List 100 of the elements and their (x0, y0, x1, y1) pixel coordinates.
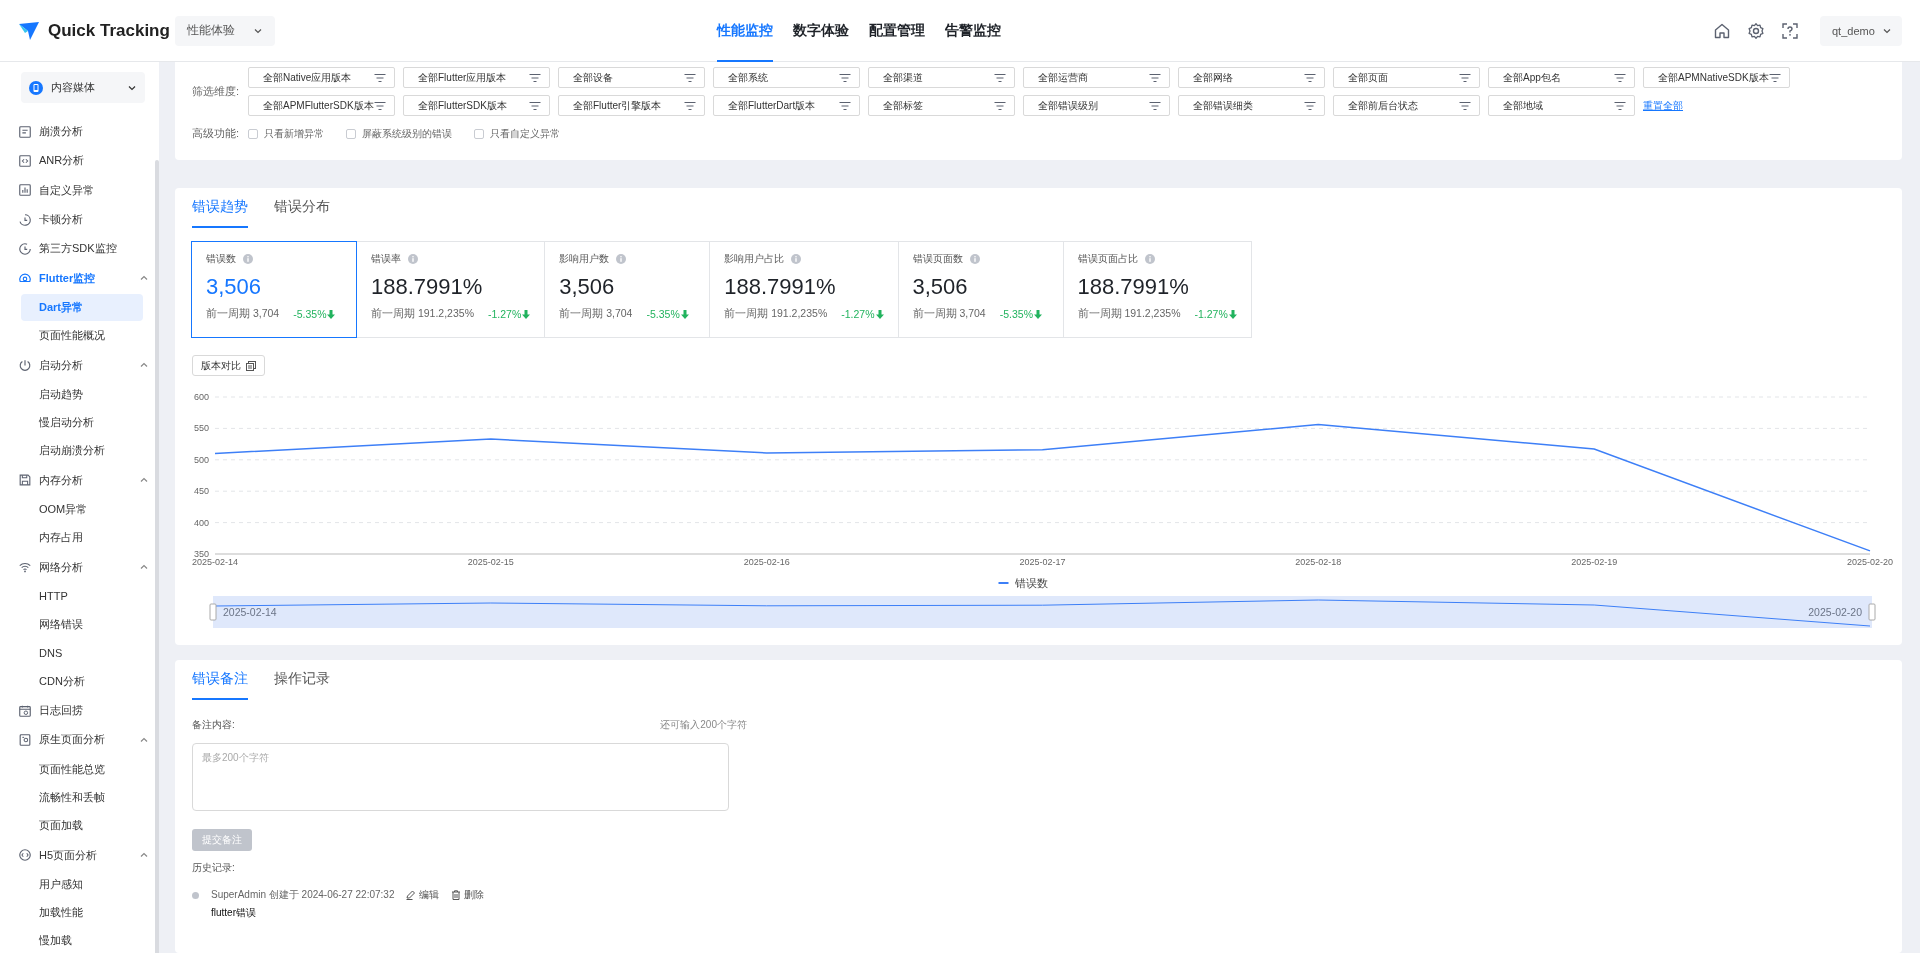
metric-card[interactable]: 错误数 3,506 前一周期 3,704 -5.35% (191, 241, 357, 338)
sidebar-item[interactable]: OOM异常 (21, 495, 143, 523)
sidebar-item[interactable]: Dart异常 (21, 293, 143, 321)
metric-card[interactable]: 错误页面占比 188.7991% 前一周期 191.2,235% -1.27% (1062, 241, 1252, 338)
filter-dropdown[interactable]: 全部标签 (868, 95, 1015, 116)
slider-handle[interactable] (209, 603, 217, 621)
down-arrow-icon (1228, 309, 1237, 319)
previous-value: 前一周期 191.2,235% (371, 307, 474, 321)
filter-dropdown[interactable]: 全部设备 (558, 67, 705, 88)
tab[interactable]: 操作记录 (274, 670, 330, 700)
down-arrow-icon (680, 309, 689, 319)
filter-icon (1149, 100, 1161, 111)
sidebar-item[interactable]: 卡顿分析 (0, 204, 159, 235)
note-field[interactable]: 最多200个字符 (192, 743, 729, 811)
filter-dropdown[interactable]: 全部FlutterDart版本 (713, 95, 860, 116)
sidebar-item[interactable]: 网络错误 (21, 611, 143, 639)
sidebar-item[interactable]: DNS (21, 639, 143, 667)
filter-dropdown[interactable]: 全部FlutterSDK版本 (403, 95, 550, 116)
filter-dropdown[interactable]: 全部地域 (1488, 95, 1635, 116)
nav-tab[interactable]: 告警监控 (945, 0, 1001, 62)
document-icon (18, 732, 32, 747)
compare-button[interactable]: 版本对比 (192, 355, 265, 376)
sidebar-item[interactable]: 慢启动分析 (21, 408, 143, 436)
sidebar-group[interactable]: 启动分析 (0, 350, 159, 380)
metric-card[interactable]: 错误率 188.7991% 前一周期 191.2,235% -1.27% (356, 241, 546, 338)
metric-card[interactable]: 错误页面数 3,506 前一周期 3,704 -5.35% (897, 241, 1064, 338)
note-text: flutter错误 (211, 906, 257, 920)
checkbox[interactable] (248, 128, 258, 139)
sidebar-item[interactable]: 加载性能 (21, 899, 143, 926)
axis-label: 550 (193, 423, 209, 434)
axis-label: 2025-02-16 (743, 557, 790, 567)
product-select[interactable]: 性能体验 (175, 15, 275, 46)
sidebar-item[interactable]: 第三方SDK监控 (0, 234, 159, 264)
filter-icon (1304, 100, 1316, 111)
sidebar-item[interactable]: 流畅性和丢帧 (21, 783, 143, 811)
sidebar-item[interactable]: CDN分析 (21, 667, 143, 695)
app-select[interactable]: 内容媒体 (21, 72, 145, 103)
sidebar-group[interactable]: Flutter监控 (0, 263, 159, 293)
sidebar-item[interactable]: 页面性能概况 (21, 322, 143, 350)
sidebar-item[interactable]: 页面加载 (21, 812, 143, 840)
axis-label: 2025-02-17 (1019, 557, 1066, 567)
filter-label: 筛选维度: (192, 84, 241, 99)
filter-dropdown[interactable]: 全部Flutter应用版本 (403, 67, 550, 88)
sidebar-group[interactable]: 网络分析 (0, 552, 159, 582)
checkbox[interactable] (346, 128, 356, 139)
axis-label: 2025-02-20 (1847, 557, 1893, 567)
sidebar-item[interactable]: 启动趋势 (21, 380, 143, 408)
filter-dropdown[interactable]: 全部APMFlutterSDK版本 (248, 95, 395, 116)
change-value: -5.35% (646, 308, 680, 320)
filter-dropdown[interactable]: 全部错误细类 (1178, 95, 1325, 116)
sidebar-item[interactable]: HTTP (21, 582, 143, 610)
edit-link[interactable]: 编辑 (406, 888, 440, 902)
tab[interactable]: 错误备注 (192, 670, 248, 700)
filter-icon (684, 100, 696, 111)
user-menu[interactable]: qt_demo (1820, 15, 1902, 46)
filter-icon (1459, 72, 1471, 83)
filter-dropdown[interactable]: 全部错误级别 (1023, 95, 1170, 116)
reset-link[interactable]: 重置全部 (1643, 98, 1683, 113)
slider-handle[interactable] (1868, 603, 1876, 621)
checkbox[interactable] (474, 128, 484, 139)
sidebar-group[interactable]: H5页面分析 (0, 840, 159, 870)
sidebar-item[interactable]: 内存占用 (21, 524, 143, 552)
filter-dropdown[interactable]: 全部App包名 (1488, 67, 1635, 88)
sidebar-item[interactable]: 自定义异常 (0, 175, 159, 205)
metric-label: 错误数 (206, 252, 236, 266)
sidebar-item[interactable]: 用户感知 (21, 870, 143, 898)
sidebar-item[interactable]: 启动崩溃分析 (21, 437, 143, 465)
axis-label: 2025-02-15 (467, 557, 514, 567)
sidebar-item[interactable]: 页面性能总览 (21, 755, 143, 783)
filter-dropdown[interactable]: 全部Native应用版本 (248, 67, 395, 88)
filter-dropdown[interactable]: 全部页面 (1333, 67, 1480, 88)
sidebar-item[interactable]: 慢加载 (21, 927, 143, 953)
filter-dropdown[interactable]: 全部Flutter引擎版本 (558, 95, 705, 116)
logo-icon (18, 20, 40, 41)
tab[interactable]: 错误分布 (274, 198, 330, 228)
sidebar-group[interactable]: 原生页面分析 (0, 725, 159, 755)
metric-value: 188.7991% (724, 273, 837, 301)
sidebar-group[interactable]: 内存分析 (0, 465, 159, 495)
sidebar-item[interactable]: ANR分析 (0, 146, 159, 176)
filter-dropdown[interactable]: 全部APMNativeSDK版本 (1643, 67, 1790, 88)
filter-dropdown[interactable]: 全部网络 (1178, 67, 1325, 88)
settings-icon[interactable] (1747, 21, 1765, 40)
delete-link[interactable]: 删除 (451, 888, 485, 902)
nav-tab[interactable]: 配置管理 (869, 0, 925, 62)
change-value: -5.35% (293, 308, 327, 320)
sidebar-item[interactable]: 崩溃分析 (0, 117, 159, 147)
tab[interactable]: 错误趋势 (192, 198, 248, 228)
previous-value: 前一周期 191.2,235% (1077, 307, 1181, 321)
sidebar-item[interactable]: 日志回捞 (0, 695, 159, 726)
filter-dropdown[interactable]: 全部系统 (713, 67, 860, 88)
filter-dropdown[interactable]: 全部前后台状态 (1333, 95, 1480, 116)
filter-dropdown[interactable]: 全部渠道 (868, 67, 1015, 88)
help-icon[interactable] (1781, 21, 1799, 40)
wifi-icon (18, 560, 32, 575)
axis-label: 400 (193, 517, 209, 528)
home-icon[interactable] (1713, 21, 1731, 40)
metric-card[interactable]: 影响用户占比 188.7991% 前一周期 191.2,235% -1.27% (709, 241, 899, 338)
nav-tab[interactable]: 数字体验 (793, 0, 849, 62)
filter-dropdown[interactable]: 全部运营商 (1023, 67, 1170, 88)
metric-card[interactable]: 影响用户数 3,506 前一周期 3,704 -5.35% (544, 241, 711, 338)
